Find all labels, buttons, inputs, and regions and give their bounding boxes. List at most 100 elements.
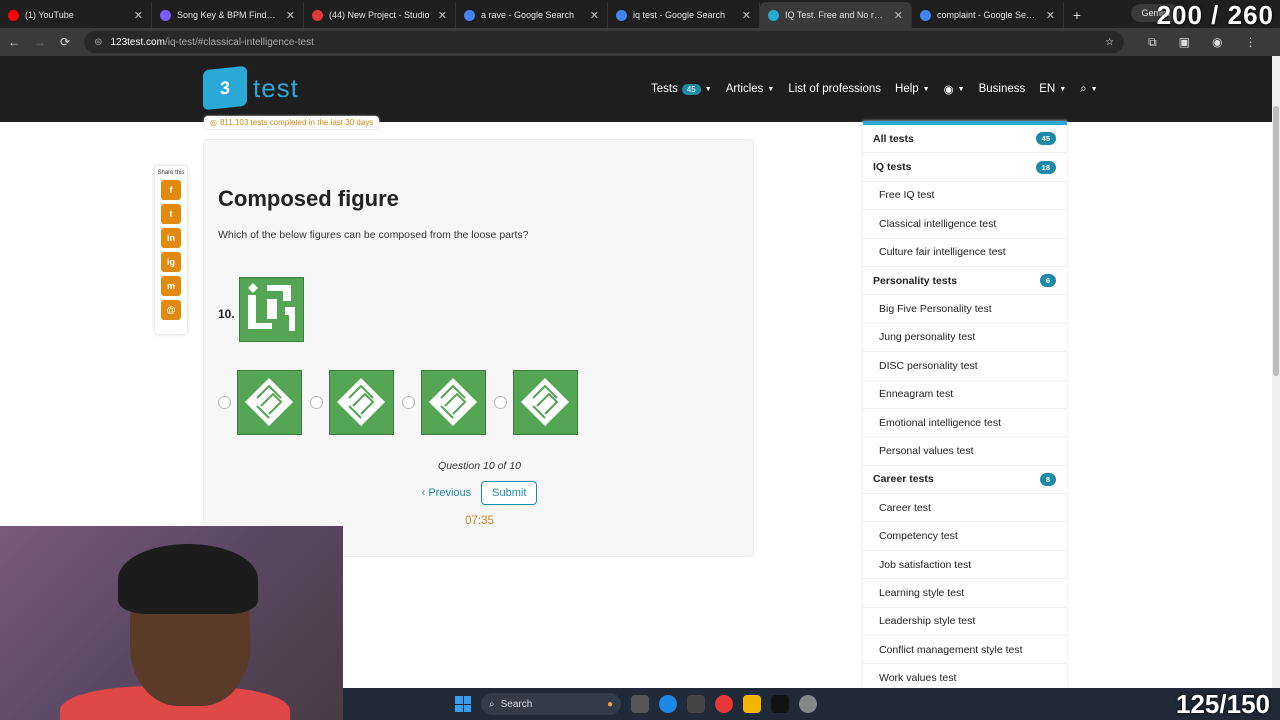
browser-tab[interactable]: Song Key & BPM Finder | Tu ✕ <box>152 2 304 28</box>
previous-link[interactable]: ‹ Previous <box>422 487 472 499</box>
edge-icon[interactable] <box>659 695 677 713</box>
answer-option[interactable] <box>218 370 302 435</box>
close-icon[interactable]: ✕ <box>438 9 447 22</box>
sidebar-item[interactable]: Competency test <box>863 522 1067 551</box>
tab-favicon-icon <box>464 9 475 21</box>
answer-radio[interactable] <box>218 396 231 409</box>
close-icon[interactable]: ✕ <box>286 9 295 22</box>
facebook-icon[interactable]: f <box>161 180 181 200</box>
answer-option[interactable] <box>402 370 486 435</box>
email-icon[interactable]: @ <box>161 300 181 320</box>
new-tab-button[interactable]: + <box>1064 2 1090 28</box>
tab-favicon-icon <box>160 9 171 21</box>
chevron-down-icon: ▼ <box>767 85 775 93</box>
site-info-icon[interactable]: ⊜ <box>94 37 102 48</box>
nav-tests[interactable]: Tests 45 ▼ <box>651 83 712 95</box>
chrome-icon[interactable] <box>715 695 733 713</box>
taskbar-search[interactable]: ⌕ Search ● <box>481 693 621 715</box>
sidebar-item[interactable]: Culture fair intelligence test <box>863 239 1067 267</box>
sidebar-category[interactable]: Career tests 8 <box>863 466 1067 495</box>
sidebar-label: Competency test <box>879 530 958 543</box>
tab-favicon-icon <box>312 9 323 21</box>
sidebar-item[interactable]: Classical intelligence test <box>863 210 1067 239</box>
close-icon[interactable]: ✕ <box>894 9 903 22</box>
overlay-counter-bottom: 125/150 <box>1176 689 1270 719</box>
answer-option[interactable] <box>310 370 394 435</box>
answer-option[interactable] <box>494 370 578 435</box>
sidebar-category[interactable]: All tests 45 <box>863 125 1067 154</box>
tab-favicon-icon <box>920 9 931 21</box>
sidebar-item[interactable]: Personal values test <box>863 437 1067 466</box>
browser-tab[interactable]: IQ Test. Free and No registrati ✕ <box>760 2 912 28</box>
sidebar-item[interactable]: Big Five Personality test <box>863 295 1067 324</box>
instagram-icon[interactable]: ig <box>161 252 181 272</box>
answer-radio[interactable] <box>402 396 415 409</box>
extensions-icon[interactable]: ⧉ <box>1148 35 1157 50</box>
answer-figure <box>513 370 578 435</box>
nav-professions[interactable]: List of professions <box>788 83 881 95</box>
answer-radio[interactable] <box>494 396 507 409</box>
browser-tab[interactable]: (1) YouTube ✕ <box>0 2 152 28</box>
close-icon[interactable]: ✕ <box>590 9 599 22</box>
back-icon[interactable]: ← <box>8 35 20 49</box>
nav-search[interactable]: ⌕ ▼ <box>1080 83 1097 96</box>
menu-icon[interactable]: ⋮ <box>1244 35 1256 50</box>
tiktok-icon[interactable] <box>771 695 789 713</box>
sidebar-label: Classical intelligence test <box>879 217 997 230</box>
nav-language[interactable]: EN ▼ <box>1039 83 1066 95</box>
nav-business[interactable]: Business <box>979 83 1026 95</box>
sidebar-item[interactable]: Jung personality test <box>863 324 1067 353</box>
nav-account[interactable]: ◉ ▼ <box>944 82 965 96</box>
url-host: 123test.com <box>110 36 165 48</box>
share-label: Share this <box>157 170 185 176</box>
browser-tab[interactable]: a rave - Google Search ✕ <box>456 2 608 28</box>
close-icon[interactable]: ✕ <box>1046 9 1055 22</box>
sidebar-label: Career test <box>879 501 931 514</box>
messenger-icon[interactable]: m <box>161 276 181 296</box>
address-bar: ← → ⟳ ⊜ 123test.com/iq-test/#classical-i… <box>0 28 1280 56</box>
browser-tab-bar: (1) YouTube✕Song Key & BPM Finder | Tu✕(… <box>0 0 1280 28</box>
sidebar-label: Career tests <box>873 473 934 486</box>
windows-start-icon[interactable] <box>455 696 471 712</box>
answer-radio[interactable] <box>310 396 323 409</box>
browser-tab[interactable]: iq test - Google Search ✕ <box>608 2 760 28</box>
close-icon[interactable]: ✕ <box>742 9 751 22</box>
bookmark-star-icon[interactable]: ☆ <box>1105 37 1114 48</box>
close-icon[interactable]: ✕ <box>134 9 143 22</box>
settings-icon[interactable] <box>799 695 817 713</box>
file-explorer-icon[interactable] <box>743 695 761 713</box>
forward-icon[interactable]: → <box>34 35 46 49</box>
twitter-icon[interactable]: t <box>161 204 181 224</box>
browser-tab[interactable]: complaint - Google Search ✕ <box>912 2 1064 28</box>
sidebar-item[interactable]: Leadership style test <box>863 608 1067 637</box>
tab-label: Song Key & BPM Finder | Tu <box>177 10 280 20</box>
sidebar-item[interactable]: DISC personality test <box>863 352 1067 381</box>
sidebar-item[interactable]: Free IQ test <box>863 182 1067 211</box>
sidepanel-icon[interactable]: ▣ <box>1179 35 1190 50</box>
browser-tab[interactable]: (44) New Project - Studio ✕ <box>304 2 456 28</box>
sidebar-label: Conflict management style test <box>879 643 1023 656</box>
sidebar-label: Culture fair intelligence test <box>879 246 1006 259</box>
store-icon[interactable] <box>687 695 705 713</box>
reload-icon[interactable]: ⟳ <box>60 35 70 49</box>
site-logo[interactable]: 3 test <box>203 65 299 111</box>
sidebar-item[interactable]: Enneagram test <box>863 381 1067 409</box>
sidebar-item[interactable]: Career test <box>863 494 1067 523</box>
page-scrollbar[interactable] <box>1272 56 1280 688</box>
nav-articles[interactable]: Articles ▼ <box>726 83 775 95</box>
sidebar-item[interactable]: Conflict management style test <box>863 636 1067 665</box>
task-view-icon[interactable] <box>631 695 649 713</box>
nav-help[interactable]: Help ▼ <box>895 83 930 95</box>
count-badge: 45 <box>1035 132 1056 146</box>
linkedin-icon[interactable]: in <box>161 228 181 248</box>
sidebar-category[interactable]: IQ tests 18 <box>863 153 1067 182</box>
url-field[interactable]: ⊜ 123test.com/iq-test/#classical-intelli… <box>84 31 1125 53</box>
sidebar-item[interactable]: Learning style test <box>863 579 1067 608</box>
profile-icon[interactable]: ◉ <box>1212 35 1222 50</box>
scrollbar-thumb[interactable] <box>1273 106 1279 376</box>
sidebar-category[interactable]: Personality tests 6 <box>863 267 1067 296</box>
sidebar-item[interactable]: Emotional intelligence test <box>863 409 1067 438</box>
count-badge: 18 <box>1035 160 1056 174</box>
sidebar-item[interactable]: Job satisfaction test <box>863 551 1067 580</box>
submit-button[interactable]: Submit <box>481 481 538 505</box>
